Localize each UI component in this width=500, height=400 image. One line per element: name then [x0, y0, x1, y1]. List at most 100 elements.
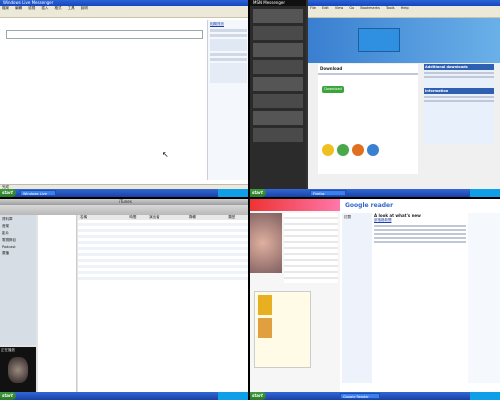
album-cover: [8, 357, 28, 383]
sidebar-line: [210, 58, 247, 61]
award-badge-icon: [337, 144, 349, 156]
address-input[interactable]: [6, 30, 203, 39]
col-name[interactable]: 名稱: [78, 215, 129, 220]
menu-item[interactable]: Edit: [322, 6, 329, 10]
photo: [250, 213, 282, 273]
window-bottom-right: Google reader 訂閱 A look at what's new 部落…: [250, 199, 500, 400]
nav-podcast[interactable]: Podcast: [2, 245, 34, 249]
text-line: [318, 73, 418, 75]
menu-item[interactable]: Tools: [386, 6, 395, 10]
sidebar-line: [210, 53, 247, 56]
taskbar: start Google Reader: [250, 392, 500, 400]
cursor-icon: ↖: [162, 150, 169, 159]
start-button[interactable]: start: [0, 189, 16, 197]
sidebar-line: [210, 34, 247, 37]
news-list: [284, 213, 338, 283]
album-artwork: 正在播放: [0, 347, 36, 392]
text-line: [424, 100, 494, 102]
reader-logo: Google reader: [345, 202, 394, 209]
col-album[interactable]: 專輯: [189, 215, 229, 220]
chat-message: [253, 128, 303, 142]
chat-message: [253, 43, 303, 57]
menu-file[interactable]: 檔案: [2, 6, 9, 10]
menu-item[interactable]: Bookmarks: [360, 6, 380, 10]
system-tray: [218, 392, 248, 400]
sidebar-line: [210, 29, 247, 32]
sidebar: 相關資訊: [207, 20, 248, 180]
chat-title: MSN Messenger: [250, 0, 306, 6]
taskbar-item[interactable]: Windows Live: [20, 190, 56, 196]
content-area: [0, 40, 205, 175]
menu-item[interactable]: File: [310, 6, 316, 10]
product-logo: [358, 28, 400, 52]
menu-item[interactable]: View: [335, 6, 343, 10]
track-rows[interactable]: [78, 220, 248, 280]
start-button[interactable]: start: [250, 392, 266, 400]
itunes-controls: [0, 205, 248, 215]
nav-music[interactable]: 音樂: [2, 224, 34, 229]
system-tray: [470, 392, 500, 400]
table-header: 名稱 時間 演出者 專輯 類型: [78, 215, 248, 220]
chat-message: [253, 111, 303, 125]
chat-message: [253, 9, 303, 23]
reader-right-panel: [468, 213, 500, 383]
nav-radio[interactable]: 廣播: [2, 251, 34, 256]
taskbar-item[interactable]: Google Reader: [340, 393, 380, 399]
sidebar-box: [210, 39, 247, 51]
book-cover: [258, 295, 272, 315]
menu-edit[interactable]: 編輯: [15, 6, 22, 10]
window-top-left: Windows Live Messenger 檔案 編輯 檢視 插入 格式 工具…: [0, 0, 248, 197]
chat-message: [253, 94, 303, 108]
text-line: [424, 76, 494, 78]
popup-box: [254, 291, 311, 368]
system-tray: [470, 189, 500, 197]
taskbar: start: [0, 392, 248, 400]
feed-title[interactable]: 部落格新聞: [374, 218, 466, 223]
nav-library[interactable]: 資料庫: [2, 217, 34, 222]
menu-view[interactable]: 檢視: [28, 6, 35, 10]
menu-insert[interactable]: 插入: [41, 6, 48, 10]
badge-row: [322, 144, 412, 158]
site-banner: [250, 199, 340, 211]
taskbar-item[interactable]: Firefox: [310, 190, 346, 196]
menu-item[interactable]: Go: [349, 6, 354, 10]
download-button[interactable]: Download: [322, 86, 344, 93]
text-line: [424, 72, 494, 74]
nav-movies[interactable]: 影片: [2, 231, 34, 236]
taskbar: start Firefox: [250, 189, 500, 197]
browser-toolbar: [308, 11, 500, 18]
desktop-collage: Windows Live Messenger 檔案 編輯 檢視 插入 格式 工具…: [0, 0, 500, 400]
award-badge-icon: [367, 144, 379, 156]
taskbar: start Windows Live: [0, 189, 248, 197]
track-table: 名稱 時間 演出者 專輯 類型: [78, 215, 248, 392]
text-line: [374, 241, 466, 243]
chat-message: [253, 77, 303, 91]
sidebar-title: 訂閱: [344, 215, 351, 219]
book-cover: [258, 318, 272, 338]
reader-sidebar: 訂閱: [342, 213, 372, 383]
sidebar-heading: 相關資訊: [210, 22, 224, 26]
text-line: [374, 233, 466, 235]
col-genre[interactable]: 類型: [228, 215, 248, 220]
start-button[interactable]: start: [250, 189, 266, 197]
award-badge-icon: [352, 144, 364, 156]
browser-window: File Edit View Go Bookmarks Tools Help D…: [308, 0, 500, 189]
chat-message: [253, 60, 303, 74]
chat-window: MSN Messenger: [250, 0, 306, 189]
info-panel: Additional downloads Information: [424, 64, 494, 144]
start-button[interactable]: start: [0, 392, 16, 400]
google-reader: Google reader 訂閱 A look at what's new 部落…: [342, 199, 500, 392]
web-page: [250, 199, 340, 392]
artist-list: [38, 215, 77, 392]
nav-tv[interactable]: 電視節目: [2, 238, 34, 243]
col-time[interactable]: 時間: [129, 215, 149, 220]
menu-tools[interactable]: 工具: [68, 6, 75, 10]
text-line: [374, 225, 466, 227]
menu-help[interactable]: 說明: [81, 6, 88, 10]
menu-format[interactable]: 格式: [55, 6, 62, 10]
chat-message: [253, 26, 303, 40]
menu-item[interactable]: Help: [401, 6, 409, 10]
col-artist[interactable]: 演出者: [149, 215, 189, 220]
sidebar-box: [210, 63, 247, 83]
reader-main: A look at what's new 部落格新聞: [374, 213, 466, 383]
